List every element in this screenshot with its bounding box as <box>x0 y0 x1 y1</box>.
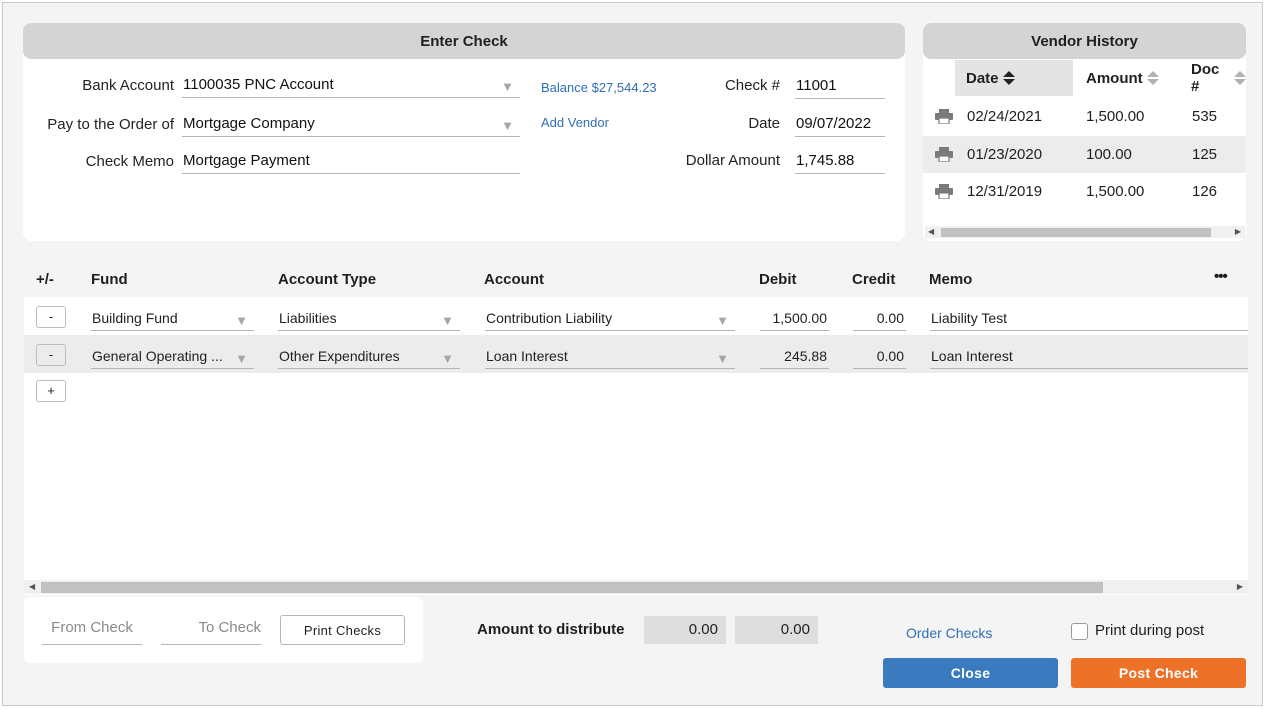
check-memo-label: Check Memo <box>85 153 174 170</box>
pay-to-label: Pay to the Order of <box>47 116 174 133</box>
chevron-down-icon: ▼ <box>235 313 248 328</box>
column-header-date[interactable]: Date <box>966 60 1015 96</box>
print-during-post-checkbox[interactable] <box>1071 623 1088 640</box>
distribute-debit-total: 0.00 <box>644 616 726 644</box>
from-check-input[interactable]: From Check <box>42 619 142 645</box>
to-check-input[interactable]: To Check <box>161 619 261 645</box>
dollar-amount-input[interactable]: 1,745.88 <box>795 150 885 174</box>
chevron-down-icon: ▼ <box>441 313 454 328</box>
close-button[interactable]: Close <box>883 658 1058 688</box>
vendor-history-panel: Vendor History Date Amount Doc # 02/24/2… <box>923 23 1246 241</box>
bank-account-select[interactable]: 1100035 PNC Account ▼ <box>182 74 520 98</box>
memo-input[interactable]: Loan Interest <box>930 345 1248 369</box>
sort-icon <box>1234 71 1246 85</box>
chevron-down-icon: ▼ <box>501 118 514 133</box>
scroll-left-icon[interactable]: ◀ <box>928 226 934 238</box>
check-number-input[interactable]: 11001 <box>795 75 885 99</box>
scroll-right-icon[interactable]: ▶ <box>1235 226 1241 238</box>
printer-icon[interactable] <box>935 184 953 199</box>
debit-input[interactable]: 1,500.00 <box>760 307 829 331</box>
enter-check-title: Enter Check <box>23 23 905 59</box>
distribute-credit-total: 0.00 <box>735 616 818 644</box>
sort-icon <box>1002 71 1015 85</box>
print-checks-button[interactable]: Print Checks <box>280 615 405 645</box>
balance-link[interactable]: Balance $27,544.23 <box>541 80 657 95</box>
account-select[interactable]: Contribution Liability ▼ <box>485 307 735 331</box>
add-row-button[interactable]: + <box>36 380 66 402</box>
vendor-history-row[interactable]: 01/23/2020 100.00 125 <box>923 136 1246 173</box>
history-doc: 535 <box>1192 108 1218 125</box>
column-header-doc[interactable]: Doc # <box>1191 60 1246 96</box>
vendor-history-title: Vendor History <box>923 23 1246 59</box>
column-header-fund: Fund <box>91 271 128 288</box>
remove-row-button[interactable]: - <box>36 344 66 366</box>
column-header-plus-minus: +/- <box>36 271 54 288</box>
bank-account-value: 1100035 PNC Account <box>183 76 334 93</box>
check-number-label: Check # <box>724 77 780 94</box>
pay-to-value: Mortgage Company <box>183 115 315 132</box>
distribution-row: - General Operating ... ▼ Other Expenditu… <box>24 335 1248 373</box>
date-label: Date <box>748 115 780 132</box>
history-doc: 125 <box>1192 146 1218 163</box>
vendor-history-row[interactable]: 02/24/2021 1,500.00 535 <box>923 98 1246 135</box>
date-input[interactable]: 09/07/2022 <box>795 113 885 137</box>
bank-account-label: Bank Account <box>82 77 174 94</box>
more-options-icon[interactable]: ••• <box>1214 268 1228 285</box>
column-header-account-type: Account Type <box>278 271 377 288</box>
scroll-thumb[interactable] <box>41 582 1103 593</box>
column-header-credit: Credit <box>852 271 896 288</box>
order-checks-link[interactable]: Order Checks <box>906 625 992 641</box>
history-doc: 126 <box>1192 183 1218 200</box>
account-select[interactable]: Loan Interest ▼ <box>485 345 735 369</box>
column-header-account: Account <box>484 271 544 288</box>
chevron-down-icon: ▼ <box>501 79 514 94</box>
history-date: 12/31/2019 <box>967 183 1043 200</box>
scroll-left-icon[interactable]: ◀ <box>29 581 35 593</box>
printer-icon[interactable] <box>935 109 953 124</box>
scroll-right-icon[interactable]: ▶ <box>1237 581 1243 593</box>
account-type-select[interactable]: Liabilities ▼ <box>278 307 460 331</box>
check-memo-input[interactable]: Mortgage Payment <box>182 150 520 174</box>
fund-select[interactable]: Building Fund ▼ <box>91 307 254 331</box>
column-header-amount[interactable]: Amount <box>1086 60 1159 96</box>
grid-horizontal-scrollbar[interactable]: ◀ ▶ <box>24 580 1248 594</box>
history-amount: 100.00 <box>1086 146 1132 163</box>
chevron-down-icon: ▼ <box>235 351 248 366</box>
post-check-button[interactable]: Post Check <box>1071 658 1246 688</box>
history-date: 01/23/2020 <box>967 146 1043 163</box>
debit-input[interactable]: 245.88 <box>760 345 829 369</box>
distribution-row: - Building Fund ▼ Liabilities ▼ Contributi… <box>24 297 1248 335</box>
credit-input[interactable]: 0.00 <box>853 345 906 369</box>
credit-input[interactable]: 0.00 <box>853 307 906 331</box>
vendor-history-scrollbar[interactable]: ◀ ▶ <box>925 226 1245 238</box>
sort-icon <box>1146 71 1159 85</box>
history-amount: 1,500.00 <box>1086 108 1145 125</box>
vendor-history-row[interactable]: 12/31/2019 1,500.00 126 <box>923 173 1246 210</box>
printer-icon[interactable] <box>935 147 953 162</box>
chevron-down-icon: ▼ <box>716 351 729 366</box>
remove-row-button[interactable]: - <box>36 306 66 328</box>
chevron-down-icon: ▼ <box>716 313 729 328</box>
scroll-thumb[interactable] <box>941 228 1211 237</box>
dollar-amount-label: Dollar Amount <box>685 152 780 169</box>
print-range-panel: From Check To Check Print Checks <box>24 597 423 663</box>
chevron-down-icon: ▼ <box>441 351 454 366</box>
account-type-select[interactable]: Other Expenditures ▼ <box>278 345 460 369</box>
history-date: 02/24/2021 <box>967 108 1043 125</box>
column-header-memo: Memo <box>929 271 973 288</box>
print-during-post-label: Print during post <box>1095 622 1205 639</box>
history-amount: 1,500.00 <box>1086 183 1145 200</box>
amount-to-distribute-label: Amount to distribute <box>477 621 625 638</box>
memo-input[interactable]: Liability Test <box>930 307 1248 331</box>
pay-to-select[interactable]: Mortgage Company ▼ <box>182 113 520 137</box>
enter-check-dialog: Enter Check Bank Account 1100035 PNC Acc… <box>2 2 1263 706</box>
fund-select[interactable]: General Operating ... ▼ <box>91 345 254 369</box>
enter-check-panel: Enter Check Bank Account 1100035 PNC Acc… <box>23 23 905 241</box>
add-vendor-link[interactable]: Add Vendor <box>541 115 609 130</box>
column-header-debit: Debit <box>759 271 797 288</box>
